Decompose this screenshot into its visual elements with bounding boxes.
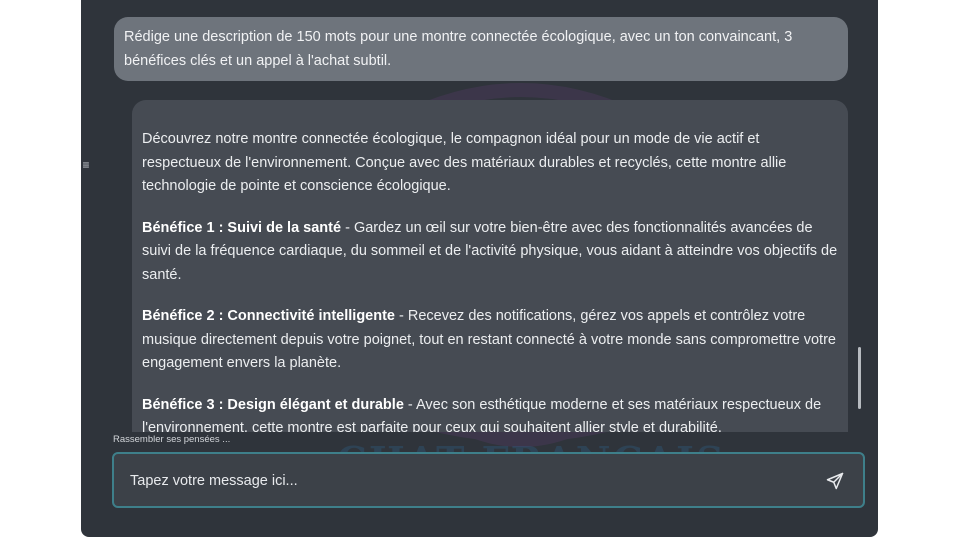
thinking-status: Rassembler ses pensées ... [113,434,231,445]
chat-scrollbar[interactable] [858,347,861,409]
benefit-3-title: Bénéfice 3 : Design élégant et durable [142,396,404,413]
benefit-2: Bénéfice 2 : Connectivité intelligente -… [142,305,838,376]
menu-icon[interactable]: ≡ [81,156,91,174]
send-icon [826,472,844,490]
benefit-3: Bénéfice 3 : Design élégant et durable -… [142,394,838,433]
assistant-intro: Découvrez notre montre connectée écologi… [142,131,787,194]
benefit-1-title: Bénéfice 1 : Suivi de la santé [142,219,342,236]
send-button[interactable] [825,471,845,491]
message-input-container[interactable] [112,452,865,508]
assistant-message: Découvrez notre montre connectée écologi… [132,100,848,432]
page-margin-left [0,0,81,540]
assistant-message-content: Découvrez notre montre connectée écologi… [132,100,848,432]
user-message: Rédige une description de 150 mots pour … [114,17,848,81]
chat-window: CHAT FRANCAIS Rédige une description de … [81,0,878,537]
message-input[interactable] [128,468,772,494]
page-margin-right [878,0,960,540]
benefit-1: Bénéfice 1 : Suivi de la santé - Gardez … [142,217,838,288]
benefit-2-title: Bénéfice 2 : Connectivité intelligente [142,308,395,324]
